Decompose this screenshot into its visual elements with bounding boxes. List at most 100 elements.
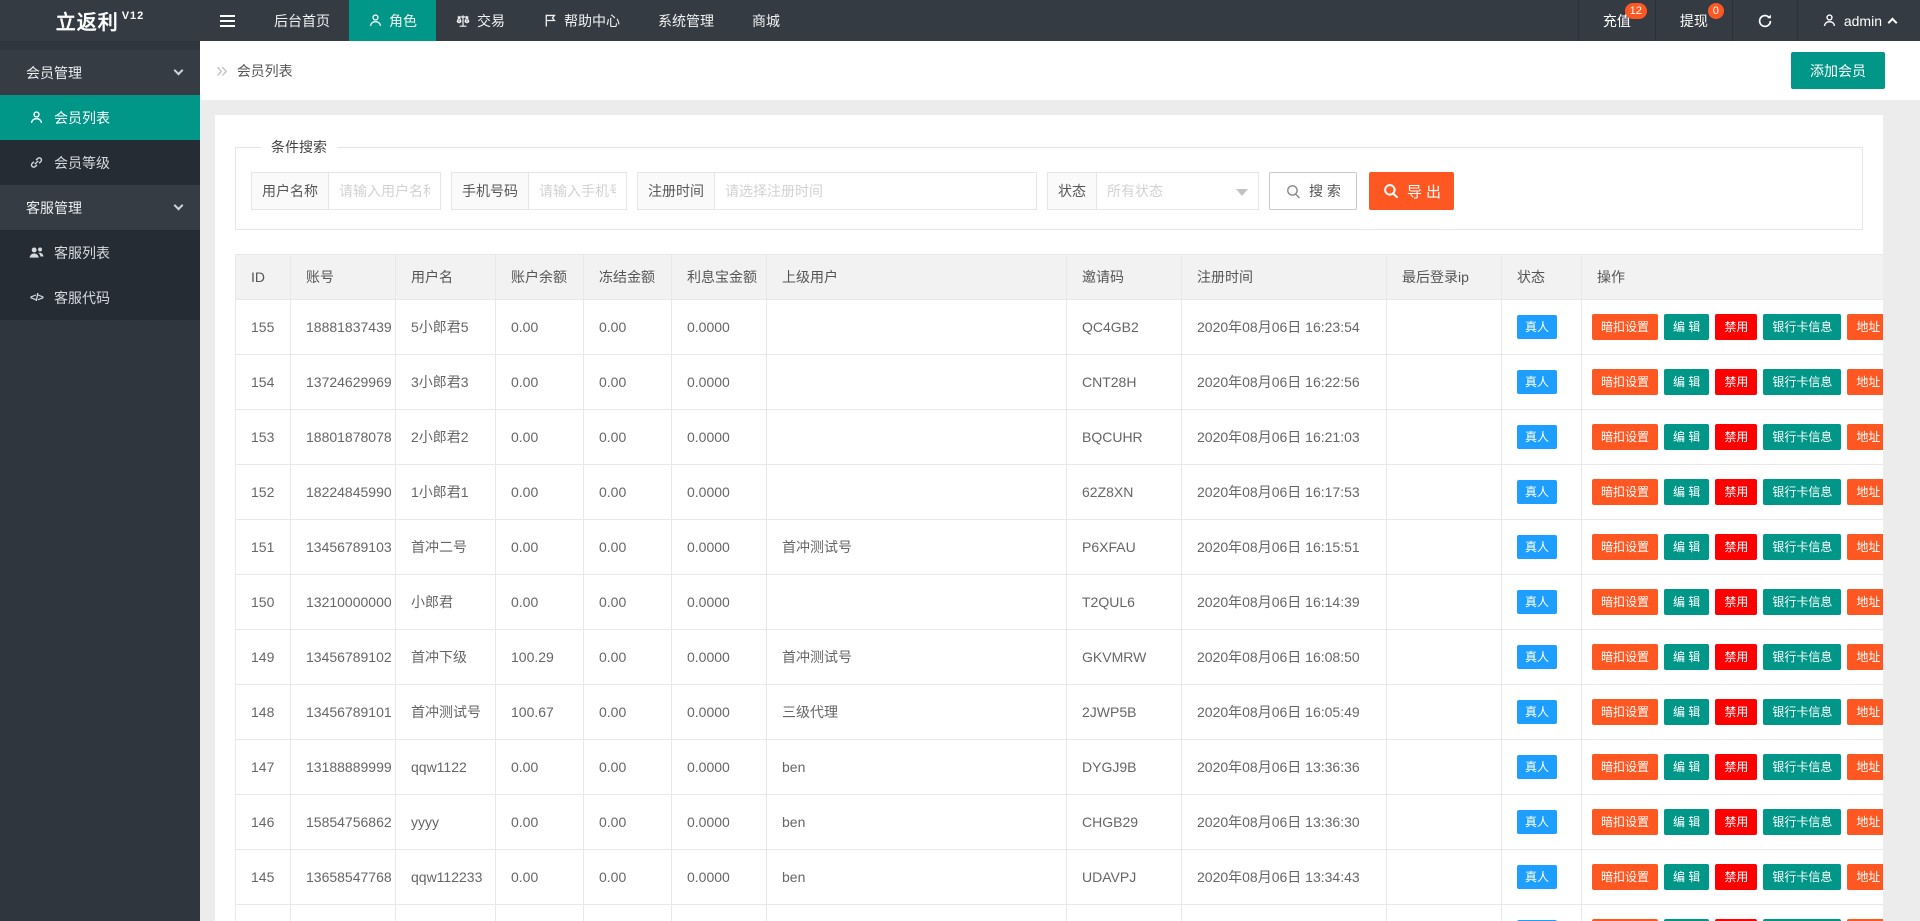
action-button-1[interactable]: 暗扣设置 xyxy=(1592,314,1658,340)
action-button-3[interactable]: 禁用 xyxy=(1715,589,1757,615)
action-button-1[interactable]: 暗扣设置 xyxy=(1592,479,1658,505)
action-button-5[interactable]: 地址 xyxy=(1847,864,1883,890)
action-button-5[interactable]: 地址 xyxy=(1847,699,1883,725)
action-button-3[interactable]: 禁用 xyxy=(1715,754,1757,780)
withdraw-button[interactable]: 提现0 xyxy=(1655,0,1732,41)
action-button-1[interactable]: 暗扣设置 xyxy=(1592,369,1658,395)
breadcrumb-angles-icon: » xyxy=(216,60,228,81)
action-button-1[interactable]: 暗扣设置 xyxy=(1592,644,1658,670)
action-button-3[interactable]: 禁用 xyxy=(1715,809,1757,835)
chevron-down-icon xyxy=(174,201,184,211)
cell-frozen: 0.00 xyxy=(584,905,672,921)
refresh-button[interactable] xyxy=(1732,0,1797,41)
action-button-4[interactable]: 银行卡信息 xyxy=(1763,534,1841,560)
action-button-4[interactable]: 银行卡信息 xyxy=(1763,754,1841,780)
nav-item-6[interactable]: 商城 xyxy=(733,0,799,41)
action-button-3[interactable]: 禁用 xyxy=(1715,369,1757,395)
status-badge[interactable]: 真人 xyxy=(1517,865,1557,889)
action-button-3[interactable]: 禁用 xyxy=(1715,424,1757,450)
search-button[interactable]: 搜 索 xyxy=(1269,172,1357,210)
sidebar-group-1[interactable]: 会员管理 xyxy=(0,50,200,95)
action-button-4[interactable]: 银行卡信息 xyxy=(1763,424,1841,450)
sidebar-item-1-2[interactable]: 会员等级 xyxy=(0,140,200,185)
search-field-input[interactable] xyxy=(329,172,441,210)
action-button-5[interactable]: 地址 xyxy=(1847,479,1883,505)
action-button-5[interactable]: 地址 xyxy=(1847,809,1883,835)
action-button-1[interactable]: 暗扣设置 xyxy=(1592,699,1658,725)
action-button-4[interactable]: 银行卡信息 xyxy=(1763,699,1841,725)
action-button-3[interactable]: 禁用 xyxy=(1715,534,1757,560)
action-button-5[interactable]: 地址 xyxy=(1847,314,1883,340)
action-button-3[interactable]: 禁用 xyxy=(1715,864,1757,890)
action-button-4[interactable]: 银行卡信息 xyxy=(1763,369,1841,395)
search-field-input[interactable] xyxy=(715,172,1037,210)
nav-item-2[interactable]: 角色 xyxy=(349,0,436,41)
action-button-5[interactable]: 地址 xyxy=(1847,644,1883,670)
sidebar-group-2[interactable]: 客服管理 xyxy=(0,185,200,230)
sidebar-collapse-icon[interactable] xyxy=(200,0,255,41)
status-badge[interactable]: 真人 xyxy=(1517,590,1557,614)
action-button-2[interactable]: 编 辑 xyxy=(1664,424,1709,450)
action-button-2[interactable]: 编 辑 xyxy=(1664,754,1709,780)
status-badge[interactable]: 真人 xyxy=(1517,370,1557,394)
action-button-4[interactable]: 银行卡信息 xyxy=(1763,589,1841,615)
action-button-2[interactable]: 编 辑 xyxy=(1664,699,1709,725)
search-field-input[interactable] xyxy=(529,172,627,210)
action-button-3[interactable]: 禁用 xyxy=(1715,479,1757,505)
status-badge[interactable]: 真人 xyxy=(1517,315,1557,339)
sidebar-item-2-1[interactable]: 客服列表 xyxy=(0,230,200,275)
cell-last-ip xyxy=(1387,355,1502,410)
action-button-5[interactable]: 地址 xyxy=(1847,534,1883,560)
action-button-3[interactable]: 禁用 xyxy=(1715,699,1757,725)
nav-item-1[interactable]: 后台首页 xyxy=(255,0,349,41)
user-menu[interactable]: admin xyxy=(1797,0,1920,41)
nav-item-5[interactable]: 系统管理 xyxy=(639,0,733,41)
action-button-2[interactable]: 编 辑 xyxy=(1664,534,1709,560)
action-button-4[interactable]: 银行卡信息 xyxy=(1763,314,1841,340)
action-button-1[interactable]: 暗扣设置 xyxy=(1592,864,1658,890)
cell-account: 18801878078 xyxy=(291,410,396,465)
sidebar-item-2-2[interactable]: </>客服代码 xyxy=(0,275,200,320)
action-button-4[interactable]: 银行卡信息 xyxy=(1763,479,1841,505)
action-button-1[interactable]: 暗扣设置 xyxy=(1592,534,1658,560)
action-button-1[interactable]: 暗扣设置 xyxy=(1592,424,1658,450)
action-button-4[interactable]: 银行卡信息 xyxy=(1763,864,1841,890)
recharge-button[interactable]: 充值12 xyxy=(1578,0,1655,41)
action-button-5[interactable]: 地址 xyxy=(1847,589,1883,615)
action-button-3[interactable]: 禁用 xyxy=(1715,314,1757,340)
export-button[interactable]: 导 出 xyxy=(1369,172,1454,210)
add-member-button[interactable]: 添加会员 xyxy=(1791,52,1885,89)
status-badge[interactable]: 真人 xyxy=(1517,480,1557,504)
action-button-4[interactable]: 银行卡信息 xyxy=(1763,644,1841,670)
action-button-5[interactable]: 地址 xyxy=(1847,424,1883,450)
nav-item-4[interactable]: 帮助中心 xyxy=(524,0,639,41)
status-badge[interactable]: 真人 xyxy=(1517,425,1557,449)
nav-item-3[interactable]: 交易 xyxy=(436,0,524,41)
action-button-3[interactable]: 禁用 xyxy=(1715,644,1757,670)
action-button-4[interactable]: 银行卡信息 xyxy=(1763,809,1841,835)
action-button-1[interactable]: 暗扣设置 xyxy=(1592,754,1658,780)
sidebar-item-label: 客服列表 xyxy=(54,243,110,263)
status-badge[interactable]: 真人 xyxy=(1517,700,1557,724)
action-button-1[interactable]: 暗扣设置 xyxy=(1592,809,1658,835)
action-button-5[interactable]: 地址 xyxy=(1847,754,1883,780)
member-list-card: 条件搜索 用户名称手机号码注册时间 状态 所有状态 搜 索 xyxy=(215,115,1883,921)
status-badge[interactable]: 真人 xyxy=(1517,645,1557,669)
action-button-2[interactable]: 编 辑 xyxy=(1664,809,1709,835)
action-button-2[interactable]: 编 辑 xyxy=(1664,479,1709,505)
action-button-5[interactable]: 地址 xyxy=(1847,369,1883,395)
action-button-2[interactable]: 编 辑 xyxy=(1664,864,1709,890)
status-badge[interactable]: 真人 xyxy=(1517,810,1557,834)
cell-lixibao: 0.0000 xyxy=(672,630,767,685)
status-badge[interactable]: 真人 xyxy=(1517,755,1557,779)
status-select[interactable]: 所有状态 xyxy=(1097,172,1259,210)
action-button-2[interactable]: 编 辑 xyxy=(1664,369,1709,395)
status-badge[interactable]: 真人 xyxy=(1517,535,1557,559)
status-select-value: 所有状态 xyxy=(1107,183,1163,199)
action-button-2[interactable]: 编 辑 xyxy=(1664,589,1709,615)
action-button-2[interactable]: 编 辑 xyxy=(1664,314,1709,340)
cell-last-ip xyxy=(1387,575,1502,630)
action-button-2[interactable]: 编 辑 xyxy=(1664,644,1709,670)
action-button-1[interactable]: 暗扣设置 xyxy=(1592,589,1658,615)
sidebar-item-1-1[interactable]: 会员列表 xyxy=(0,95,200,140)
